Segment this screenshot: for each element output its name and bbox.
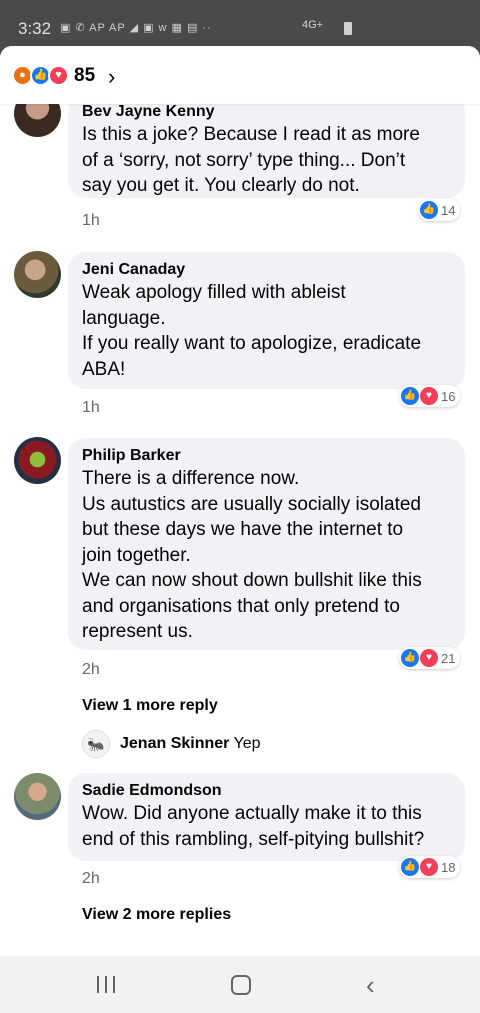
reaction-count: 18 xyxy=(441,859,456,875)
comment-bubble[interactable]: Philip Barker There is a difference now.… xyxy=(68,438,465,650)
comment-time[interactable]: 2h xyxy=(82,661,100,679)
comment-author[interactable]: Philip Barker xyxy=(82,446,451,466)
reaction-count: 21 xyxy=(441,650,456,666)
comment-time[interactable]: 2h xyxy=(82,870,100,888)
reply-text: Yep xyxy=(233,735,261,752)
reaction-count: 14 xyxy=(441,202,456,218)
home-icon[interactable] xyxy=(231,975,251,995)
comment-bubble[interactable]: Bev Jayne Kenny Is this a joke? Because … xyxy=(68,94,465,198)
avatar[interactable] xyxy=(14,251,61,298)
comments-sheet: ● 👍 ♥ 85 › Bev Jayne Kenny Is this a jok… xyxy=(0,46,480,956)
avatar[interactable] xyxy=(14,437,61,484)
comment-text: There is a difference now. Us autustics … xyxy=(82,468,422,642)
comment-author[interactable]: Sadie Edmondson xyxy=(82,781,451,801)
like-icon: 👍 xyxy=(420,201,438,219)
love-icon: ♥ xyxy=(420,387,438,405)
android-nav-bar: ‹ xyxy=(0,956,480,1013)
comment-reactions[interactable]: 👍 ♥ 21 xyxy=(399,647,461,669)
status-time: 3:32 xyxy=(18,19,52,38)
ant-icon[interactable]: 🐜 xyxy=(82,730,110,758)
reaction-count: 85 xyxy=(74,65,96,86)
reactions-header[interactable]: ● 👍 ♥ 85 › xyxy=(0,46,480,104)
comment-author[interactable]: Jeni Canaday xyxy=(82,260,451,280)
like-icon: 👍 xyxy=(401,858,419,876)
back-icon[interactable]: ‹ xyxy=(366,970,375,1001)
love-icon: ♥ xyxy=(420,858,438,876)
recent-apps-icon[interactable] xyxy=(97,976,117,993)
like-icon: 👍 xyxy=(401,649,419,667)
like-icon: 👍 xyxy=(401,387,419,405)
reply-author[interactable]: Jenan Skinner xyxy=(120,735,229,752)
chevron-right-icon[interactable]: › xyxy=(108,64,115,90)
love-icon: ♥ xyxy=(420,649,438,667)
comment-reactions[interactable]: 👍 14 xyxy=(418,199,461,221)
comment-reactions[interactable]: 👍 ♥ 16 xyxy=(399,385,461,407)
comment-author[interactable]: Bev Jayne Kenny xyxy=(82,102,451,122)
love-reaction-icon: ♥ xyxy=(48,65,69,86)
view-more-replies-link[interactable]: View 1 more reply xyxy=(82,697,218,715)
comment-reactions[interactable]: 👍 ♥ 18 xyxy=(399,856,461,878)
status-bar: 3:32 ▣ ✆ AP AP ◢ ▣ w ▦ ▤ ·· 4G+ xyxy=(0,0,480,46)
comment-time[interactable]: 1h xyxy=(82,399,100,417)
battery-icon xyxy=(344,22,352,35)
view-more-replies-link[interactable]: View 2 more replies xyxy=(82,906,231,924)
notification-icons: ▣ ✆ AP AP ◢ ▣ w ▦ ▤ ·· xyxy=(60,22,212,34)
comment-bubble[interactable]: Jeni Canaday Weak apology filled with ab… xyxy=(68,252,465,389)
comment-bubble[interactable]: Sadie Edmondson Wow. Did anyone actually… xyxy=(68,773,465,861)
avatar[interactable] xyxy=(14,773,61,820)
reaction-count: 16 xyxy=(441,388,456,404)
comment-text: Wow. Did anyone actually make it to this… xyxy=(82,803,425,850)
comment-text: Is this a joke? Because I read it as mor… xyxy=(82,124,420,196)
comment-time[interactable]: 1h xyxy=(82,212,100,230)
reply-preview-text: Jenan Skinner Yep xyxy=(120,735,261,753)
comment-text: Weak apology filled with ableist languag… xyxy=(82,282,422,380)
network-indicator: 4G+ xyxy=(302,19,324,31)
